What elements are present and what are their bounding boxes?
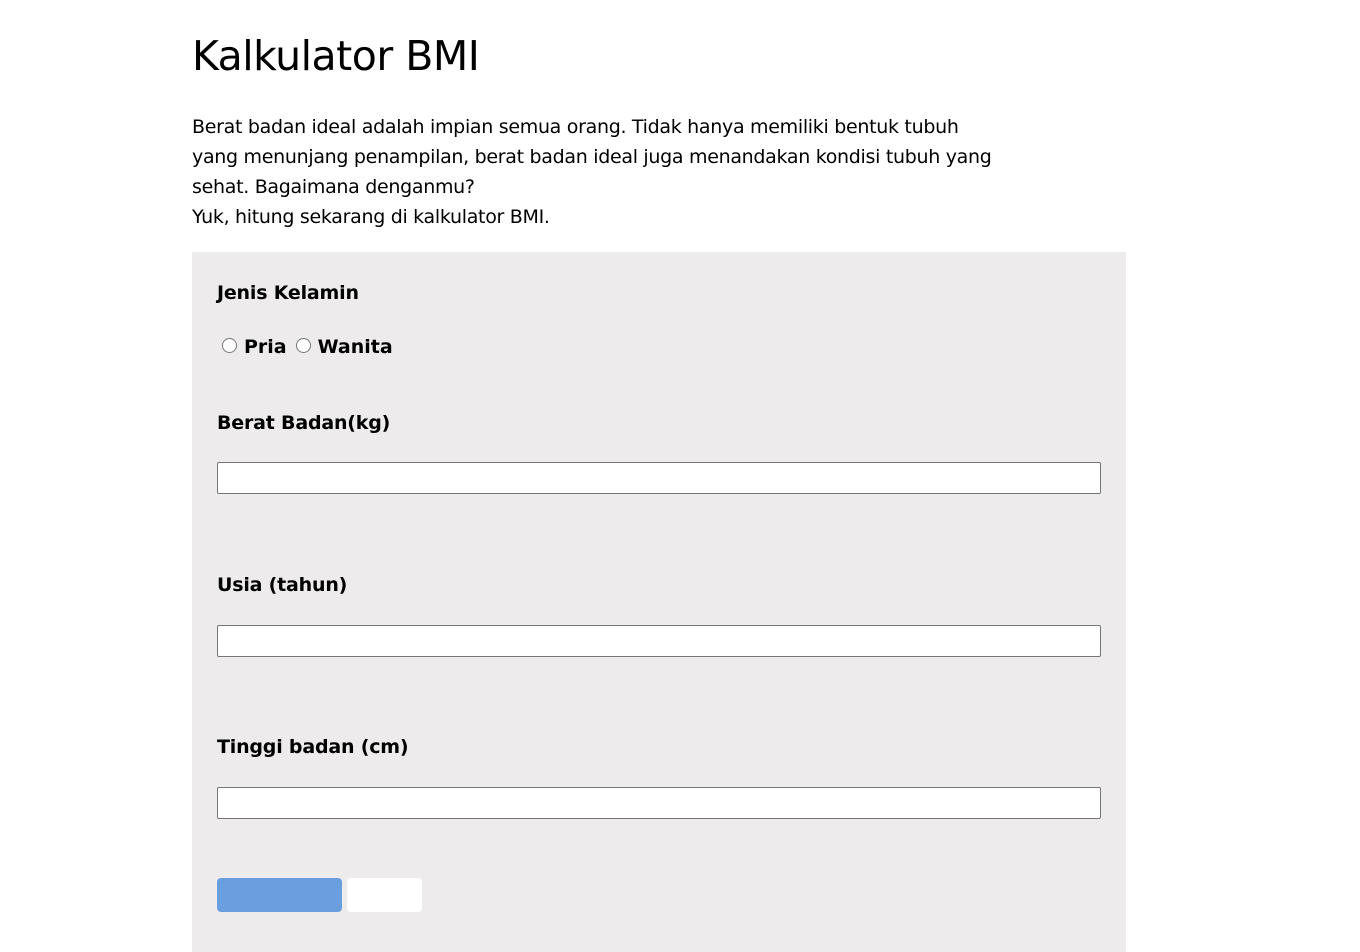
intro-line: Yuk, hitung sekarang di kalkulator BMI. [192, 206, 550, 228]
intro-line: Berat badan ideal adalah impian semua or… [192, 116, 959, 138]
intro-line: yang menunjang penampilan, berat badan i… [192, 146, 992, 168]
gender-option-female-label[interactable]: Wanita [318, 336, 393, 358]
page-title: Kalkulator BMI [192, 32, 480, 80]
gender-radio-female[interactable] [295, 337, 311, 353]
weight-input[interactable] [217, 462, 1101, 494]
height-input[interactable] [217, 787, 1101, 819]
gender-radio-male[interactable] [222, 337, 237, 353]
weight-label: Berat Badan(kg) [217, 412, 391, 434]
bmi-form-panel: Jenis Kelamin Pria Wanita Berat Badan(kg… [192, 252, 1126, 952]
height-label: Tinggi badan (cm) [217, 736, 409, 758]
gender-radio-group: Pria Wanita [217, 332, 397, 362]
calculate-button[interactable] [217, 878, 342, 912]
age-input[interactable] [217, 625, 1101, 657]
age-label: Usia (tahun) [217, 574, 348, 596]
intro-paragraph: Berat badan ideal adalah impian semua or… [192, 112, 1092, 232]
reset-button[interactable] [347, 878, 422, 912]
gender-option-male-label[interactable]: Pria [244, 336, 287, 358]
intro-line: sehat. Bagaimana denganmu? [192, 176, 475, 198]
gender-label: Jenis Kelamin [217, 282, 359, 304]
